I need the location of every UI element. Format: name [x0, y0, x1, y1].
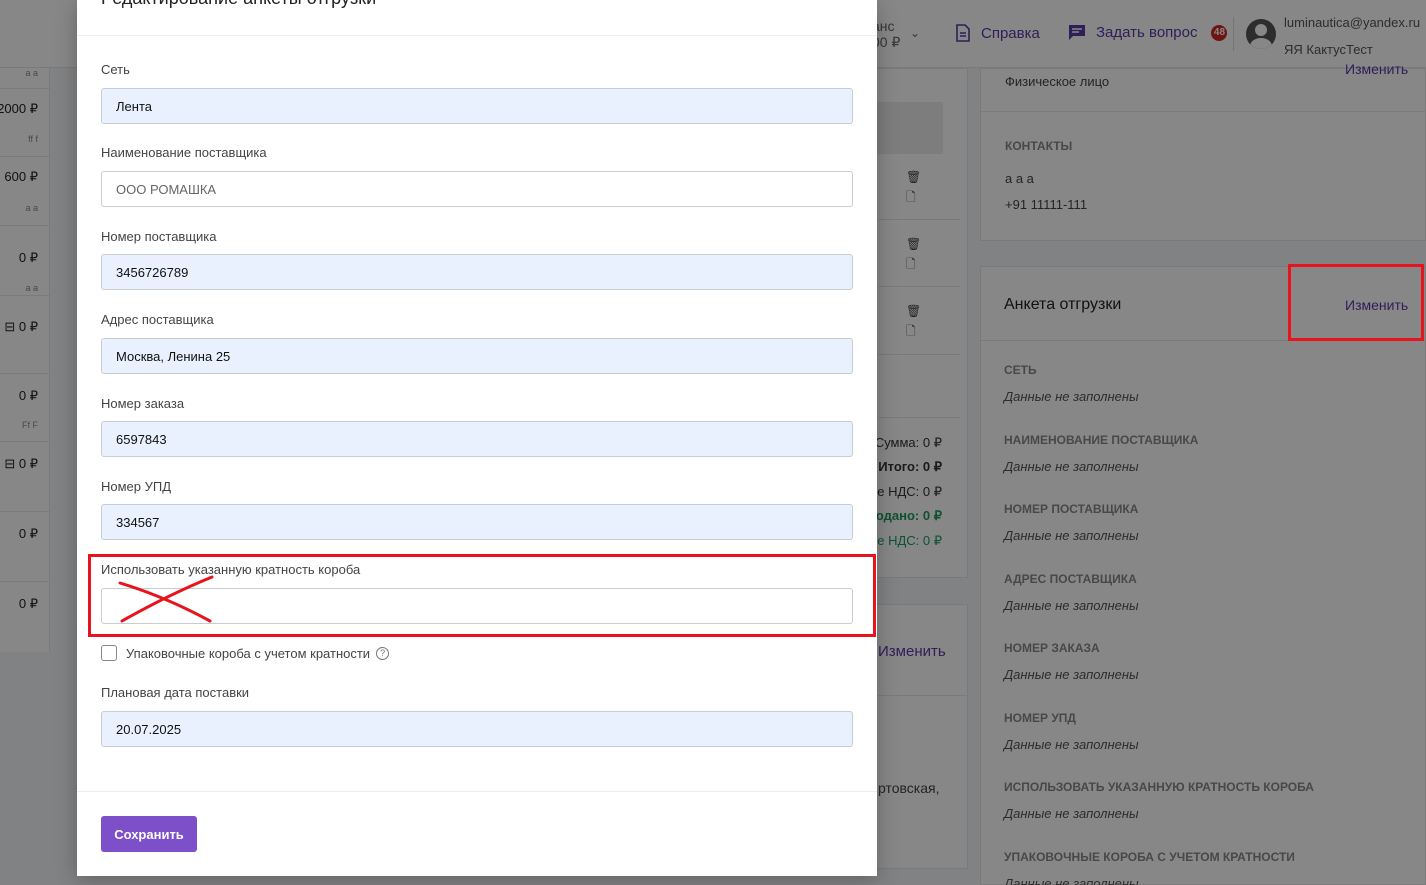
planned-date-input[interactable] — [101, 711, 853, 747]
upd-number-label: Номер УПД — [101, 479, 172, 494]
packaging-checkbox-row[interactable]: Упаковочные короба с учетом кратности ? — [101, 645, 390, 661]
divider — [77, 791, 877, 792]
edit-shipment-modal: Редактирование анкеты отгрузки Сеть Наим… — [77, 0, 877, 876]
annotation-highlight — [1288, 264, 1424, 341]
supplier-name-input[interactable] — [101, 171, 853, 207]
order-number-label: Номер заказа — [101, 396, 185, 411]
planned-date-label: Плановая дата поставки — [101, 685, 250, 700]
help-icon[interactable]: ? — [376, 646, 390, 660]
save-button[interactable]: Сохранить — [101, 816, 197, 852]
divider — [77, 35, 877, 36]
cross-mark-icon — [118, 575, 214, 623]
network-label: Сеть — [101, 62, 130, 77]
packaging-checkbox-label: Упаковочные короба с учетом кратности — [126, 645, 371, 661]
supplier-name-label: Наименование поставщика — [101, 145, 267, 160]
supplier-number-label: Номер поставщика — [101, 229, 217, 244]
network-input[interactable] — [101, 88, 853, 124]
supplier-address-label: Адрес поставщика — [101, 312, 214, 327]
packaging-checkbox[interactable] — [101, 645, 117, 661]
modal-title: Редактирование анкеты отгрузки — [101, 0, 376, 9]
supplier-number-input[interactable] — [101, 254, 853, 290]
upd-number-input[interactable] — [101, 504, 853, 540]
supplier-address-input[interactable] — [101, 338, 853, 374]
order-number-input[interactable] — [101, 421, 853, 457]
